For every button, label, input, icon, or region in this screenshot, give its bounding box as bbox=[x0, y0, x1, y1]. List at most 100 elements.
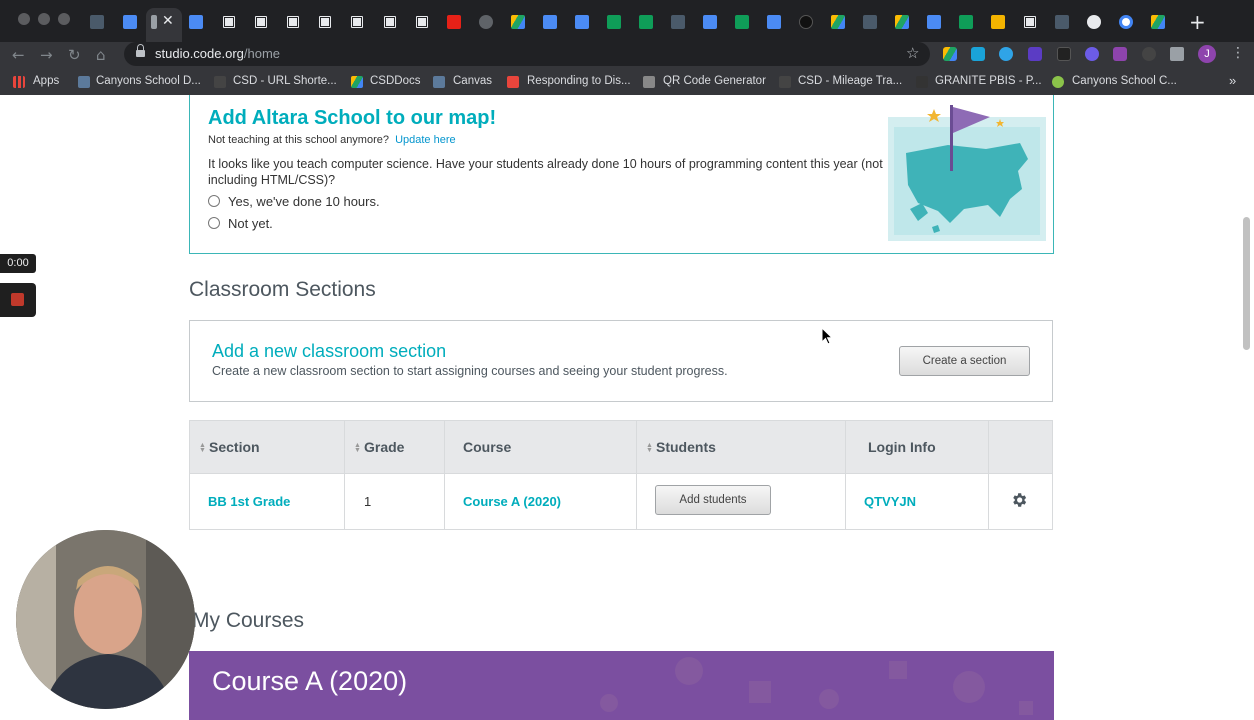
url-shortener-icon bbox=[214, 76, 226, 88]
bookmark-apps[interactable]: Apps bbox=[33, 75, 59, 87]
reload-icon[interactable]: ↻ bbox=[68, 46, 81, 64]
no-radio[interactable] bbox=[208, 217, 220, 229]
url-text[interactable]: studio.code.org/home bbox=[155, 46, 280, 61]
drive-tab-icon[interactable] bbox=[1151, 15, 1165, 29]
sort-icon[interactable]: ▲ ▼ bbox=[354, 442, 361, 454]
col-header-course: Course bbox=[445, 421, 637, 473]
globe-tab-icon[interactable] bbox=[479, 15, 493, 29]
stop-recording-button[interactable] bbox=[0, 283, 36, 317]
map-card-subtitle: Not teaching at this school anymore? Upd… bbox=[208, 134, 456, 146]
drive-tab-icon[interactable] bbox=[831, 15, 845, 29]
canvas-tab-icon[interactable] bbox=[671, 15, 685, 29]
grid-tab-icon[interactable] bbox=[415, 15, 429, 29]
drive-extension-icon[interactable] bbox=[943, 47, 957, 61]
slides-tab-icon[interactable] bbox=[991, 15, 1005, 29]
gear-icon[interactable] bbox=[1010, 491, 1028, 509]
google-tab-icon[interactable] bbox=[1119, 15, 1133, 29]
docs-tab-icon[interactable] bbox=[703, 15, 717, 29]
school-map-card: Add Altara School to our map! Not teachi… bbox=[189, 95, 1054, 254]
not-teaching-text: Not teaching at this school anymore? bbox=[208, 134, 389, 146]
bookmark-csd-url-shortener[interactable]: CSD - URL Shorte... bbox=[233, 75, 337, 87]
bookmark-granite-pbis[interactable]: GRANITE PBIS - P... bbox=[935, 75, 1042, 87]
forward-arrow-icon[interactable]: → bbox=[40, 46, 53, 64]
sort-icon[interactable]: ▲ ▼ bbox=[646, 442, 653, 454]
docs-tab-icon[interactable] bbox=[927, 15, 941, 29]
address-bar[interactable]: studio.code.org/home ☆ bbox=[124, 42, 930, 66]
canvas-tab-icon[interactable] bbox=[863, 15, 877, 29]
col-header-students[interactable]: ▲ ▼ Students bbox=[637, 421, 846, 473]
option-no-row[interactable]: Not yet. bbox=[208, 216, 273, 231]
drive-tab-icon[interactable] bbox=[895, 15, 909, 29]
profile-avatar[interactable]: J bbox=[1198, 45, 1216, 63]
browser-menu-icon[interactable]: ⋮ bbox=[1231, 45, 1245, 61]
update-school-link[interactable]: Update here bbox=[395, 134, 456, 146]
sheets-tab-icon[interactable] bbox=[607, 15, 621, 29]
bookmark-canyons-school-c[interactable]: Canyons School C... bbox=[1072, 75, 1177, 87]
my-courses-heading: My Courses bbox=[192, 609, 305, 632]
kami-extension-icon[interactable] bbox=[1028, 47, 1042, 61]
bookmark-csddocs[interactable]: CSDDocs bbox=[370, 75, 420, 87]
sort-icon[interactable]: ▲ ▼ bbox=[199, 442, 206, 454]
col-header-grade[interactable]: ▲ ▼ Grade bbox=[345, 421, 445, 473]
bookmark-canvas[interactable]: Canvas bbox=[453, 75, 492, 87]
bookmark-qr-code-generator[interactable]: QR Code Generator bbox=[663, 75, 766, 87]
docs-tab-icon[interactable] bbox=[543, 15, 557, 29]
section-name-link[interactable]: BB 1st Grade bbox=[208, 494, 290, 509]
bookmark-canyons-school-d[interactable]: Canyons School D... bbox=[96, 75, 201, 87]
course-banner[interactable]: Course A (2020) bbox=[189, 651, 1054, 720]
bookmark-star-icon[interactable]: ☆ bbox=[906, 44, 919, 62]
close-window-dot[interactable] bbox=[18, 13, 30, 25]
sections-table: ▲ ▼ Section ▲ ▼ Grade Course ▲ ▼ Students Logi… bbox=[189, 420, 1053, 530]
grid-tab-icon[interactable] bbox=[383, 15, 397, 29]
course-link[interactable]: Course A (2020) bbox=[463, 494, 561, 509]
webcam-bubble[interactable] bbox=[16, 530, 195, 709]
grid-tab-icon[interactable] bbox=[350, 15, 364, 29]
bookmark-csd-mileage[interactable]: CSD - Mileage Tra... bbox=[798, 75, 902, 87]
grid-tab-icon[interactable] bbox=[1023, 15, 1037, 29]
option-yes-row[interactable]: Yes, we've done 10 hours. bbox=[208, 194, 380, 209]
grid-tab-icon[interactable] bbox=[222, 15, 236, 29]
docs-tab-icon[interactable] bbox=[123, 15, 137, 29]
tab-favicon[interactable] bbox=[90, 15, 104, 29]
close-tab-icon[interactable]: ✕ bbox=[162, 12, 174, 29]
docs-tab-icon[interactable] bbox=[575, 15, 589, 29]
bitmoji-extension-icon[interactable] bbox=[1113, 47, 1127, 61]
wordpress-tab-icon[interactable] bbox=[1087, 15, 1101, 29]
active-tab-favicon bbox=[151, 15, 157, 29]
grammar-extension-icon[interactable] bbox=[1142, 47, 1156, 61]
back-arrow-icon[interactable]: ← bbox=[12, 46, 25, 64]
dark-extension-icon[interactable] bbox=[1057, 47, 1071, 61]
home-icon[interactable]: ⌂ bbox=[96, 46, 106, 64]
gear-extension-icon[interactable] bbox=[1085, 47, 1099, 61]
zoom-window-dot[interactable] bbox=[58, 13, 70, 25]
students-cell: Add students bbox=[637, 473, 846, 529]
sheets-tab-icon[interactable] bbox=[639, 15, 653, 29]
grid-tab-icon[interactable] bbox=[286, 15, 300, 29]
grid-tab-icon[interactable] bbox=[254, 15, 268, 29]
col-header-settings bbox=[989, 421, 1052, 473]
canvas-tab-icon[interactable] bbox=[1055, 15, 1069, 29]
yes-radio[interactable] bbox=[208, 195, 220, 207]
create-section-button[interactable]: Create a section bbox=[899, 346, 1030, 376]
login-code-link[interactable]: QTVYJN bbox=[864, 494, 916, 509]
pin-extension-icon[interactable] bbox=[999, 47, 1013, 61]
add-students-button[interactable]: Add students bbox=[655, 485, 771, 515]
docs-tab-icon[interactable] bbox=[189, 15, 203, 29]
course-banner-title: Course A (2020) bbox=[212, 666, 408, 696]
drive-icon bbox=[351, 76, 363, 88]
youtube-tab-icon[interactable] bbox=[447, 15, 461, 29]
docs-tab-icon[interactable] bbox=[767, 15, 781, 29]
screencast-extension-icon[interactable] bbox=[971, 47, 985, 61]
dark-tab-icon[interactable] bbox=[799, 15, 813, 29]
page-scrollbar[interactable] bbox=[1243, 217, 1250, 350]
puzzle-extensions-icon[interactable] bbox=[1170, 47, 1184, 61]
drive-tab-icon[interactable] bbox=[511, 15, 525, 29]
sheets-tab-icon[interactable] bbox=[735, 15, 749, 29]
bookmarks-overflow-icon[interactable]: » bbox=[1229, 73, 1236, 88]
new-tab-button[interactable]: + bbox=[1189, 10, 1206, 34]
col-header-section[interactable]: ▲ ▼ Section bbox=[190, 421, 345, 473]
sheets-tab-icon[interactable] bbox=[959, 15, 973, 29]
grid-tab-icon[interactable] bbox=[318, 15, 332, 29]
minimize-window-dot[interactable] bbox=[38, 13, 50, 25]
bookmark-responding[interactable]: Responding to Dis... bbox=[527, 75, 631, 87]
